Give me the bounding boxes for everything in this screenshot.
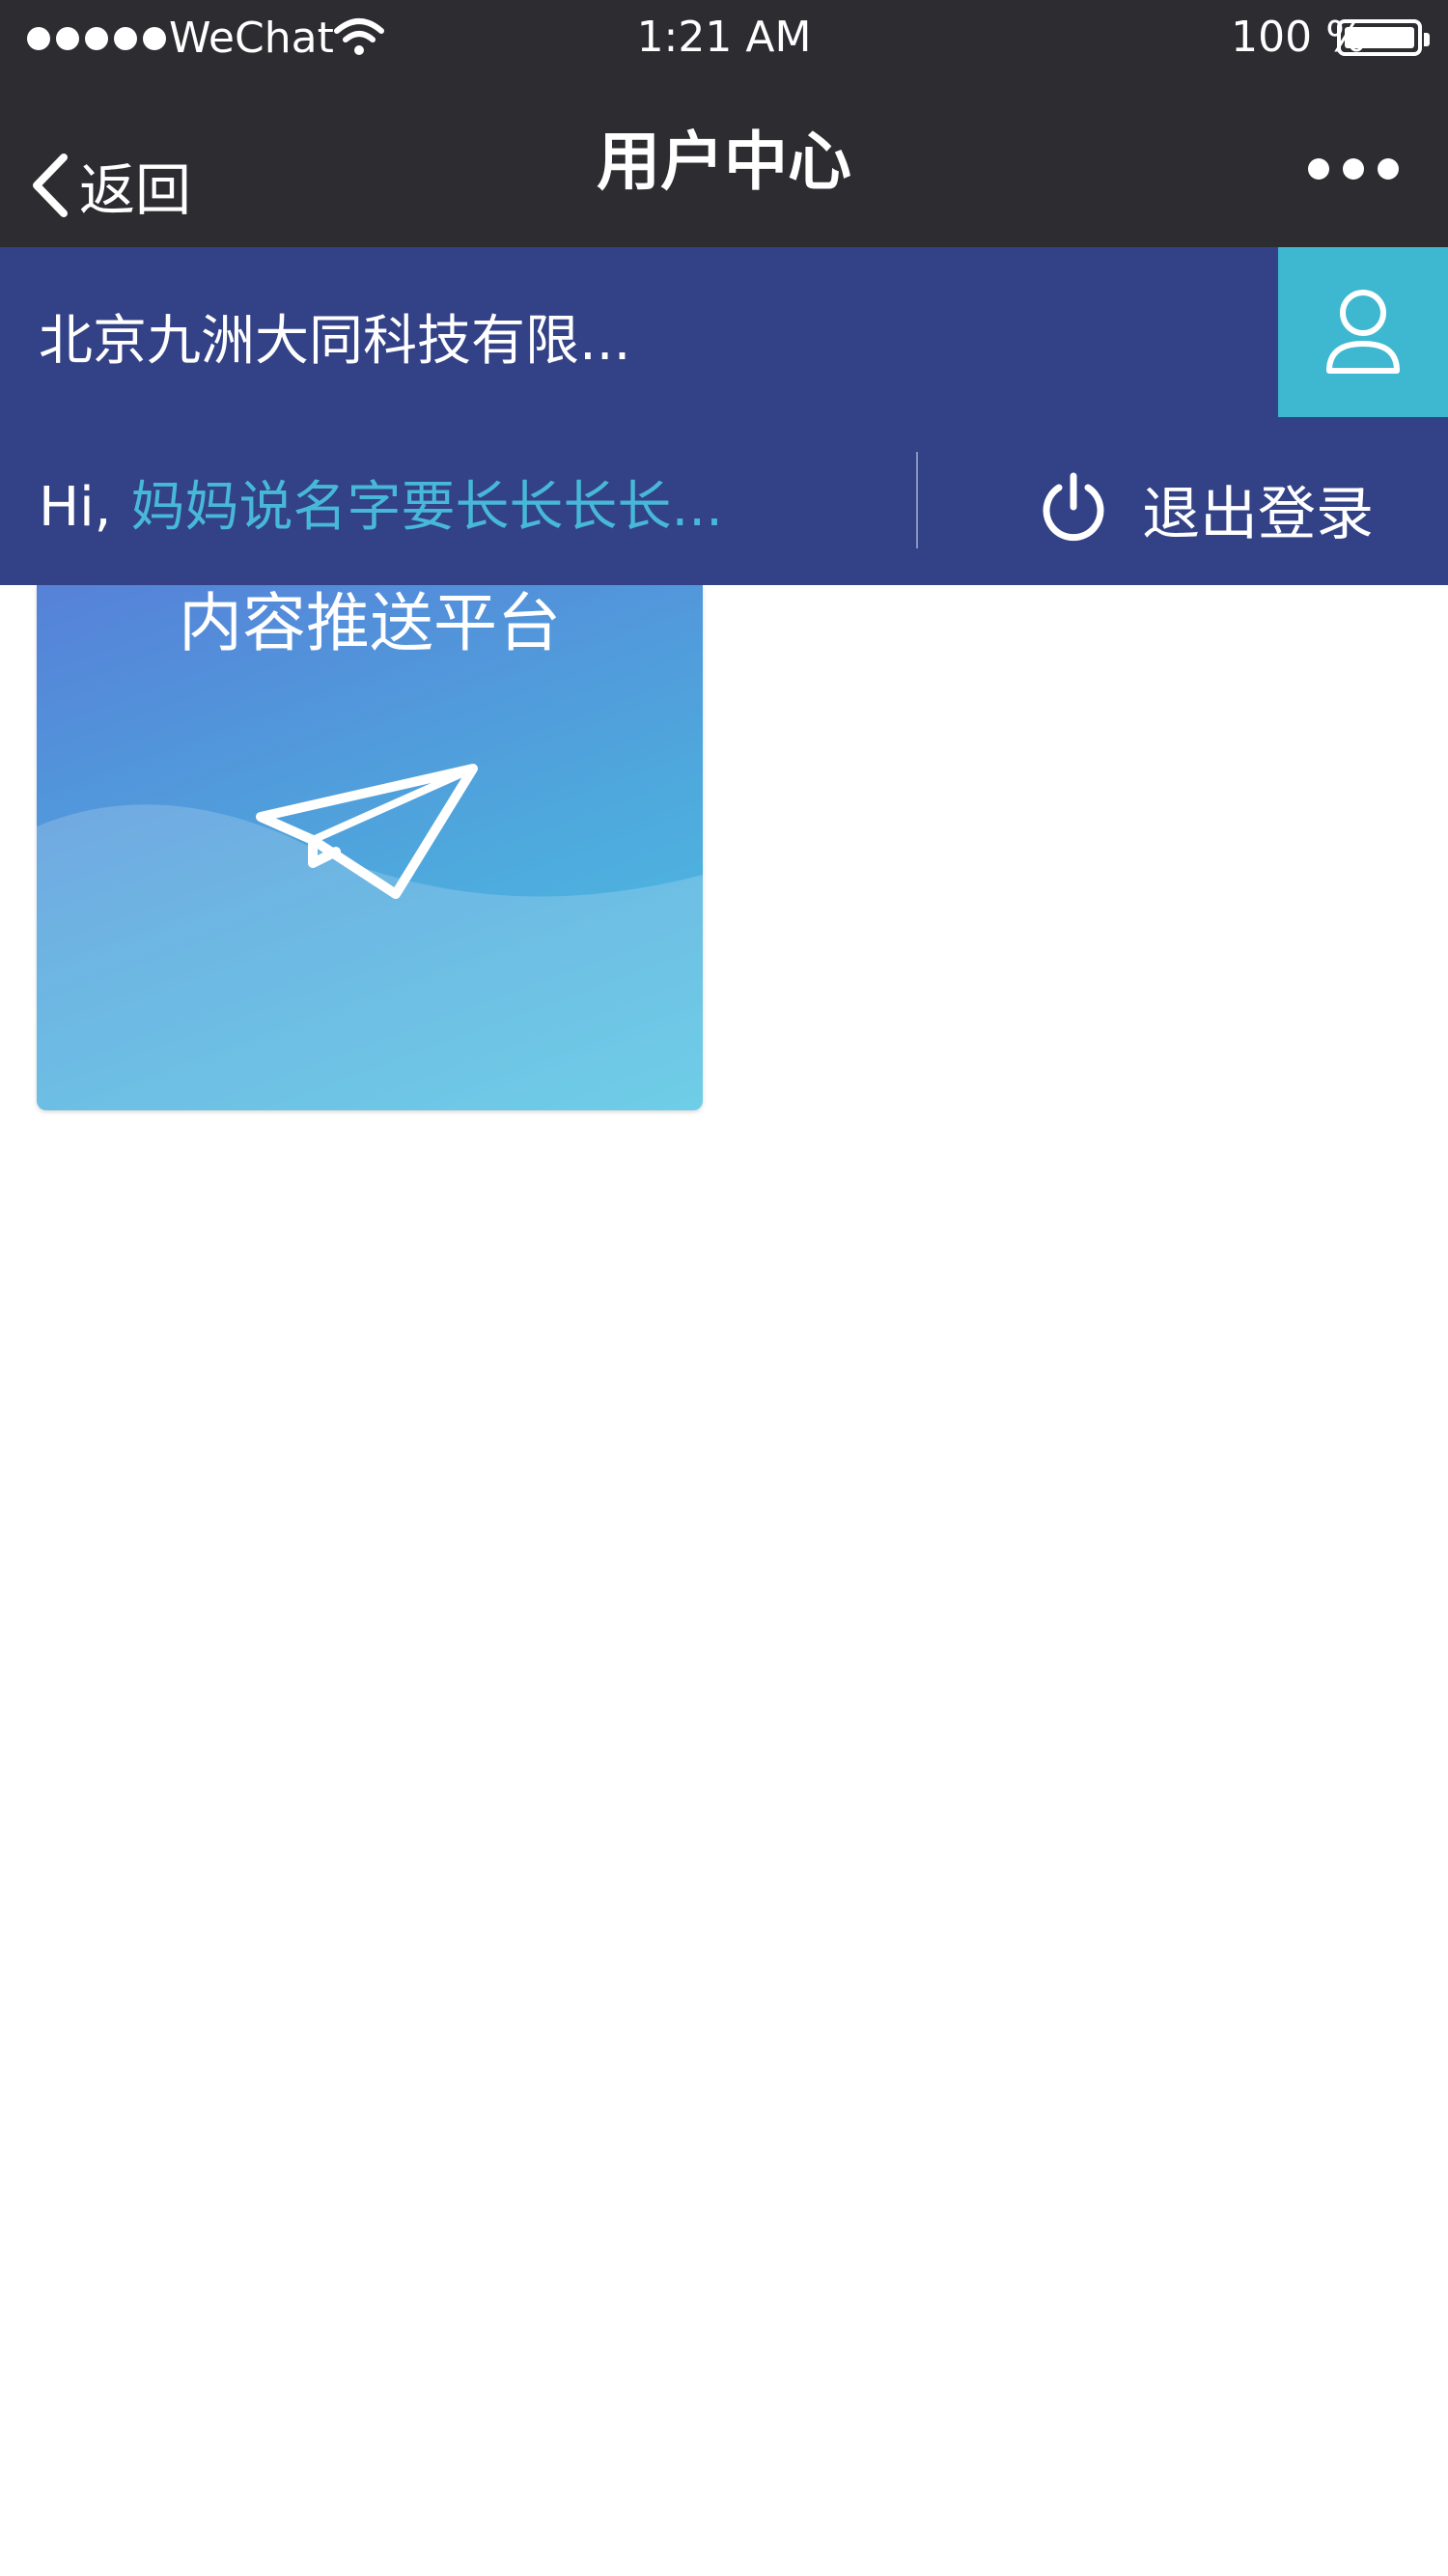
greeting-text: Hi, xyxy=(39,476,112,539)
power-icon xyxy=(1043,472,1104,542)
username: 妈妈说名字要长长长长... xyxy=(130,476,723,539)
card-title: 内容推送平台 xyxy=(179,586,561,660)
wifi-icon xyxy=(334,18,384,55)
greeting-row: Hi, 妈妈说名字要长长长长... xyxy=(39,463,723,542)
user-icon xyxy=(1326,290,1400,374)
more-icon[interactable] xyxy=(1308,158,1399,180)
user-profile-button[interactable] xyxy=(1278,247,1448,417)
paper-plane-icon xyxy=(256,764,478,899)
battery-icon xyxy=(1337,19,1430,56)
company-name: 北京九洲大同科技有限... xyxy=(39,310,631,373)
page-title: 用户中心 xyxy=(597,125,851,199)
back-button[interactable]: 返回 xyxy=(29,124,191,247)
navigation-bar: 返回 用户中心 xyxy=(0,124,1448,247)
logout-button[interactable]: 退出登录 xyxy=(1038,465,1374,552)
clock: 1:21 AM xyxy=(636,13,812,62)
back-label: 返回 xyxy=(79,157,192,223)
carrier-name: WeChat xyxy=(169,14,334,63)
status-bar: WeChat 1:21 AM 100 % xyxy=(0,0,1448,124)
content-push-platform-card[interactable]: 内容推送平台 xyxy=(37,585,703,1110)
user-header: 北京九洲大同科技有限... Hi, 妈妈说名字要长长长长... 退出登录 xyxy=(0,247,1448,585)
divider xyxy=(916,452,918,548)
back-chevron-icon xyxy=(33,154,68,217)
signal-strength-icon xyxy=(27,27,166,50)
logout-label: 退出登录 xyxy=(1142,480,1374,548)
